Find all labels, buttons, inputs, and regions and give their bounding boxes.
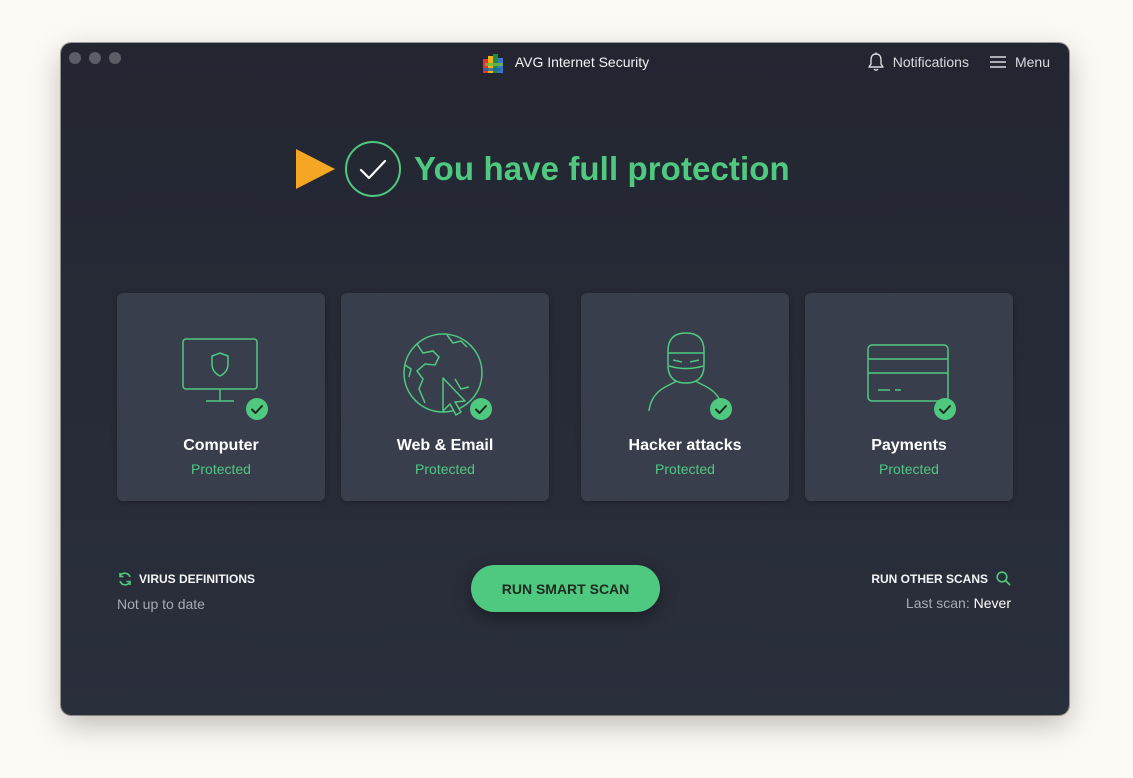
virus-definitions-link[interactable]: VIRUS DEFINITIONS (117, 571, 255, 587)
card-title: Computer (183, 437, 259, 454)
card-title: Web & Email (396, 437, 494, 454)
search-icon (996, 571, 1011, 586)
last-scan-label: Last scan: (905, 595, 970, 611)
check-badge-icon (246, 398, 268, 420)
card-status: Protected (415, 461, 475, 477)
card-status: Protected (191, 461, 251, 477)
card-status: Protected (879, 461, 939, 477)
card-web-email[interactable]: Web & Email Protected (341, 293, 549, 501)
orange-arrow-icon (296, 149, 335, 189)
other-scans: RUN OTHER SCANS Last scan: Never (871, 571, 1011, 611)
run-other-scans-title: RUN OTHER SCANS (871, 571, 988, 586)
header-actions: Notifications Menu (867, 52, 1050, 72)
hamburger-menu-icon (989, 56, 1006, 68)
refresh-icon (119, 572, 131, 586)
bell-icon (868, 52, 884, 71)
card-title: Hacker attacks (628, 437, 742, 454)
card-computer[interactable]: Computer Protected (117, 293, 325, 501)
card-hacker-attacks[interactable]: Hacker attacks Protected (581, 293, 789, 501)
run-smart-scan-button[interactable]: RUN SMART SCAN (471, 565, 660, 612)
run-smart-scan-label: RUN SMART SCAN (501, 580, 630, 597)
protection-status: You have full protection (295, 140, 790, 198)
card-status: Protected (655, 461, 715, 477)
card-title: Payments (871, 437, 947, 454)
virus-definitions-title: VIRUS DEFINITIONS (139, 572, 256, 586)
virus-definitions: VIRUS DEFINITIONS Not up to date (117, 571, 255, 612)
notifications-label: Notifications (892, 54, 969, 70)
run-other-scans-link[interactable]: RUN OTHER SCANS (871, 571, 1011, 586)
protection-cards: Computer Protected Web & Email Protected (117, 293, 1013, 501)
check-circle-icon (345, 141, 401, 197)
menu-button[interactable]: Menu (989, 54, 1050, 70)
avg-logo-icon (481, 51, 505, 73)
card-payments[interactable]: Payments Protected (805, 293, 1013, 501)
notifications-button[interactable]: Notifications (867, 52, 969, 72)
virus-definitions-status: Not up to date (117, 596, 205, 612)
check-badge-icon (934, 398, 956, 420)
menu-label: Menu (1014, 54, 1050, 70)
protection-status-text: You have full protection (414, 150, 790, 187)
last-scan: Last scan: Never (871, 595, 1011, 611)
last-scan-value: Never (973, 595, 1011, 611)
app-window: AVG Internet Security Notifications Menu (61, 43, 1069, 715)
check-badge-icon (470, 398, 492, 420)
app-title: AVG Internet Security (514, 54, 650, 70)
check-badge-icon (710, 398, 732, 420)
